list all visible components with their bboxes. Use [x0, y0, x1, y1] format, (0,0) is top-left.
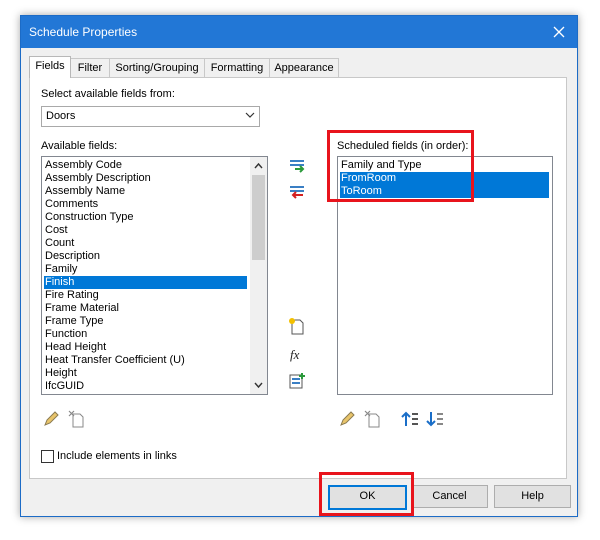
list-item[interactable]: Frame Type [44, 315, 247, 328]
list-item[interactable]: Assembly Code [44, 159, 247, 172]
delete-parameter-icon [364, 410, 380, 428]
category-value: Doors [46, 110, 76, 122]
title-bar: Schedule Properties [21, 16, 577, 48]
edit-parameter-button-right[interactable] [337, 409, 357, 429]
list-item[interactable]: Heat Transfer Coefficient (U) [44, 354, 247, 367]
scroll-thumb[interactable] [252, 175, 265, 260]
pencil-icon [44, 411, 59, 426]
list-item[interactable]: Fire Rating [44, 289, 247, 302]
category-dropdown[interactable]: Doors [41, 106, 260, 127]
scroll-down-icon[interactable] [253, 380, 264, 390]
calculated-value-button[interactable]: fx [287, 344, 307, 364]
available-fields-label: Available fields: [41, 140, 118, 152]
remove-parameter-button[interactable] [287, 184, 307, 204]
delete-parameter-button-left[interactable] [66, 409, 86, 429]
available-fields-list[interactable]: Assembly Code Assembly Description Assembl… [41, 156, 268, 395]
ok-button-highlight [319, 472, 414, 516]
move-up-button[interactable] [400, 409, 420, 429]
scroll-up-icon[interactable] [253, 161, 264, 171]
delete-parameter-icon [68, 410, 84, 428]
svg-text:fx: fx [290, 347, 300, 362]
list-item[interactable]: Height [44, 367, 247, 380]
new-parameter-button[interactable] [287, 316, 307, 336]
list-item[interactable]: Construction Type [44, 211, 247, 224]
list-item[interactable]: Comments [44, 198, 247, 211]
tab-filter[interactable]: Filter [70, 58, 110, 78]
chevron-down-icon [245, 112, 255, 118]
list-item[interactable]: Frame Material [44, 302, 247, 315]
available-fields-scrollbar[interactable] [250, 157, 267, 394]
list-item[interactable]: Count [44, 237, 247, 250]
list-item[interactable]: Finish [44, 276, 247, 289]
include-links-checkbox[interactable] [41, 450, 54, 463]
pencil-icon [340, 411, 355, 426]
remove-parameter-icon [290, 186, 304, 199]
add-parameter-button[interactable] [287, 158, 307, 178]
list-item[interactable]: Description [44, 250, 247, 263]
schedule-properties-dialog: Schedule Properties Fields Filter Sortin… [20, 15, 578, 517]
close-button[interactable] [541, 16, 577, 48]
list-item[interactable]: Family [44, 263, 247, 276]
edit-parameter-button-left[interactable] [41, 409, 61, 429]
move-down-button[interactable] [425, 409, 445, 429]
tab-sorting-grouping[interactable]: Sorting/Grouping [109, 58, 205, 78]
list-item[interactable]: Cost [44, 224, 247, 237]
list-item[interactable]: Assembly Description [44, 172, 247, 185]
tab-formatting[interactable]: Formatting [204, 58, 270, 78]
help-button[interactable]: Help [494, 485, 571, 508]
list-item[interactable]: IfcGUID [44, 380, 247, 393]
combine-parameters-icon [289, 373, 305, 389]
cancel-button[interactable]: Cancel [411, 485, 488, 508]
move-up-icon [401, 411, 418, 426]
list-item[interactable]: Function [44, 328, 247, 341]
list-item[interactable]: Assembly Name [44, 185, 247, 198]
add-parameter-icon [290, 160, 305, 173]
close-icon [553, 26, 565, 38]
select-fields-from-label: Select available fields from: [41, 88, 175, 100]
combine-parameters-button[interactable] [287, 371, 307, 391]
dialog-title: Schedule Properties [29, 25, 138, 39]
include-links-label: Include elements in links [57, 450, 177, 462]
fx-icon: fx [290, 347, 300, 362]
tab-fields[interactable]: Fields [29, 56, 71, 78]
move-down-icon [426, 412, 443, 427]
new-parameter-icon [289, 318, 304, 335]
scheduled-fields-highlight [327, 130, 474, 202]
list-item[interactable]: Head Height [44, 341, 247, 354]
tab-appearance[interactable]: Appearance [269, 58, 339, 78]
delete-parameter-button-right[interactable] [362, 409, 382, 429]
